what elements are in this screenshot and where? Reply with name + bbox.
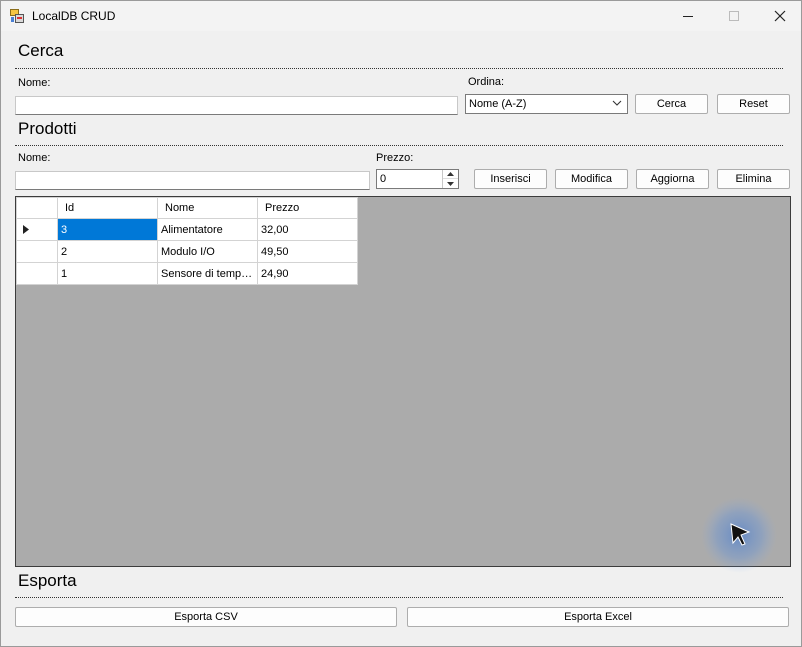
arrow-up-icon [447,172,454,176]
arrow-down-icon [447,181,454,186]
search-name-input[interactable] [15,96,458,115]
grid-header-row: Id Nome Prezzo [16,197,358,219]
stepper-down-button[interactable] [443,179,458,188]
update-button[interactable]: Aggiorna [636,169,709,189]
title-bar[interactable]: LocalDB CRUD [1,1,801,31]
cell-prezzo[interactable]: 24,90 [257,262,358,285]
grid-corner-cell[interactable] [16,197,58,219]
app-icon [10,9,24,23]
search-separator [15,68,783,69]
export-heading: Esporta [18,571,77,590]
search-button[interactable]: Cerca [635,94,708,114]
stepper-up-button[interactable] [443,170,458,179]
row-header[interactable] [16,240,58,263]
chevron-down-icon [612,100,622,106]
product-name-input[interactable] [15,171,370,190]
cell-nome[interactable]: Alimentatore [157,218,258,241]
search-name-label: Nome: [18,77,51,89]
products-table: Id Nome Prezzo 3 Alimentatore 32,00 2 Mo… [16,197,358,285]
window-title: LocalDB CRUD [32,9,116,23]
sort-label: Ordina: [468,76,505,88]
insert-button[interactable]: Inserisci [474,169,547,189]
column-header-prezzo[interactable]: Prezzo [257,197,358,219]
mouse-cursor-icon [701,497,777,573]
table-row[interactable]: 3 Alimentatore 32,00 [16,218,358,241]
product-name-label: Nome: [18,152,51,164]
maximize-icon [729,11,739,21]
price-stepper[interactable]: 0 [376,169,459,189]
sort-select[interactable]: Nome (A-Z) [465,94,628,114]
products-grid[interactable]: Id Nome Prezzo 3 Alimentatore 32,00 2 Mo… [15,196,791,567]
current-row-arrow-icon [23,225,29,234]
edit-button[interactable]: Modifica [555,169,628,189]
column-header-id[interactable]: Id [57,197,158,219]
row-header[interactable] [16,262,58,285]
minimize-icon [683,16,693,17]
column-header-nome[interactable]: Nome [157,197,258,219]
table-row[interactable]: 1 Sensore di tempe... 24,90 [16,262,358,285]
cell-id[interactable]: 1 [57,262,158,285]
export-excel-button[interactable]: Esporta Excel [407,607,789,627]
cell-id[interactable]: 3 [57,218,158,241]
minimize-button[interactable] [665,1,711,31]
maximize-button[interactable] [711,1,757,31]
cell-id[interactable]: 2 [57,240,158,263]
products-heading: Prodotti [18,119,77,138]
search-heading: Cerca [18,41,64,60]
close-icon [774,10,786,22]
export-separator [15,597,783,598]
cell-nome[interactable]: Sensore di tempe... [157,262,258,285]
row-header[interactable] [16,218,58,241]
price-value: 0 [380,173,387,185]
price-stepper-arrows [442,170,458,188]
close-button[interactable] [757,1,801,31]
delete-button[interactable]: Elimina [717,169,790,189]
cell-prezzo[interactable]: 49,50 [257,240,358,263]
sort-selected-value: Nome (A-Z) [469,98,527,110]
export-csv-button[interactable]: Esporta CSV [15,607,397,627]
products-separator [15,145,783,146]
table-row[interactable]: 2 Modulo I/O 49,50 [16,240,358,263]
cell-nome[interactable]: Modulo I/O [157,240,258,263]
price-label: Prezzo: [376,152,414,164]
reset-button[interactable]: Reset [717,94,790,114]
main-window: LocalDB CRUD Cerca Nome: Ordina: Nome (A… [0,0,802,647]
cell-prezzo[interactable]: 32,00 [257,218,358,241]
